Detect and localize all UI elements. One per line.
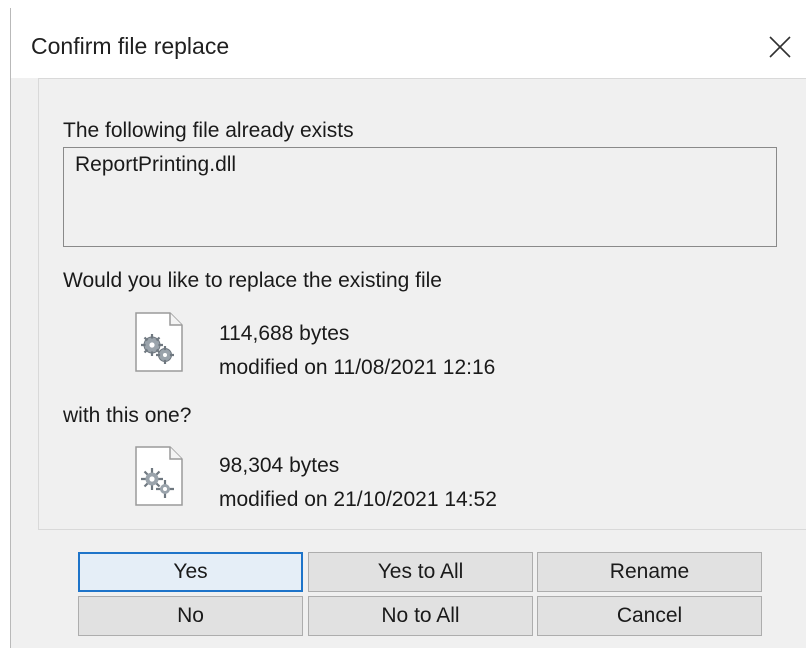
dll-file-gears-icon <box>132 311 186 373</box>
close-icon[interactable] <box>763 30 797 64</box>
rename-button[interactable]: Rename <box>537 552 762 592</box>
replace-prompt-label: Would you like to replace the existing f… <box>63 269 442 292</box>
yes-to-all-button[interactable]: Yes to All <box>308 552 533 592</box>
dialog-body: The following file already exists Report… <box>11 78 806 648</box>
confirm-file-replace-dialog: Confirm file replace The following file … <box>10 8 806 648</box>
cancel-button[interactable]: Cancel <box>537 596 762 636</box>
new-file-size: 98,304 bytes <box>219 454 340 477</box>
no-to-all-button[interactable]: No to All <box>308 596 533 636</box>
yes-button[interactable]: Yes <box>78 552 303 592</box>
message-group: The following file already exists Report… <box>38 78 806 530</box>
with-prompt-label: with this one? <box>63 404 192 427</box>
new-file-modified: modified on 21/10/2021 14:52 <box>219 488 497 511</box>
title-bar: Confirm file replace <box>11 8 806 78</box>
file-exists-label: The following file already exists <box>63 119 354 142</box>
filename-text: ReportPrinting.dll <box>75 153 237 176</box>
existing-file-size: 114,688 bytes <box>219 322 350 345</box>
no-button[interactable]: No <box>78 596 303 636</box>
existing-file-modified: modified on 11/08/2021 12:16 <box>219 356 496 379</box>
dialog-title: Confirm file replace <box>31 33 230 59</box>
filename-field[interactable]: ReportPrinting.dll <box>63 147 777 247</box>
dll-file-gears-icon <box>132 445 186 507</box>
